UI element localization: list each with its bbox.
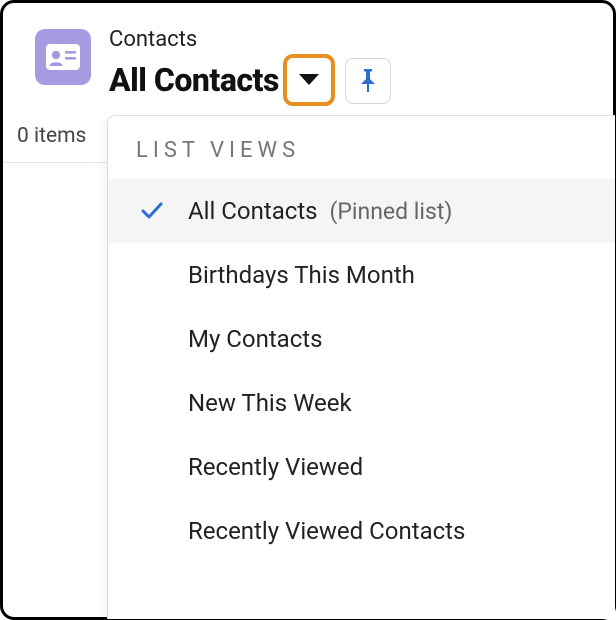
list-view-option[interactable]: Recently Viewed bbox=[108, 435, 615, 499]
option-label: Recently Viewed Contacts bbox=[188, 517, 465, 545]
option-label: Recently Viewed bbox=[188, 453, 363, 481]
contact-card-icon bbox=[35, 29, 91, 85]
option-suffix: (Pinned list) bbox=[330, 198, 453, 225]
option-label: Birthdays This Month bbox=[188, 261, 415, 289]
chevron-down-icon bbox=[297, 72, 321, 88]
list-view-option[interactable]: Birthdays This Month bbox=[108, 243, 615, 307]
list-view-dropdown: LIST VIEWS All Contacts (Pinned list) Bi… bbox=[107, 115, 615, 619]
object-label: Contacts bbox=[109, 27, 391, 52]
list-view-option[interactable]: My Contacts bbox=[108, 307, 615, 371]
option-label: My Contacts bbox=[188, 325, 323, 353]
list-view-option[interactable]: New This Week bbox=[108, 371, 615, 435]
pin-icon bbox=[358, 69, 378, 93]
list-view-title[interactable]: All Contacts bbox=[109, 61, 279, 99]
option-label: All Contacts bbox=[188, 197, 318, 225]
list-view-option[interactable]: Recently Viewed Contacts bbox=[108, 499, 615, 563]
page-header: Contacts All Contacts bbox=[3, 3, 613, 106]
pin-list-button[interactable] bbox=[345, 58, 391, 104]
list-view-option[interactable]: All Contacts (Pinned list) bbox=[108, 179, 615, 243]
dropdown-section-header: LIST VIEWS bbox=[108, 116, 615, 179]
check-icon bbox=[138, 201, 166, 221]
option-label: New This Week bbox=[188, 389, 352, 417]
list-view-switcher-button[interactable] bbox=[283, 54, 335, 106]
